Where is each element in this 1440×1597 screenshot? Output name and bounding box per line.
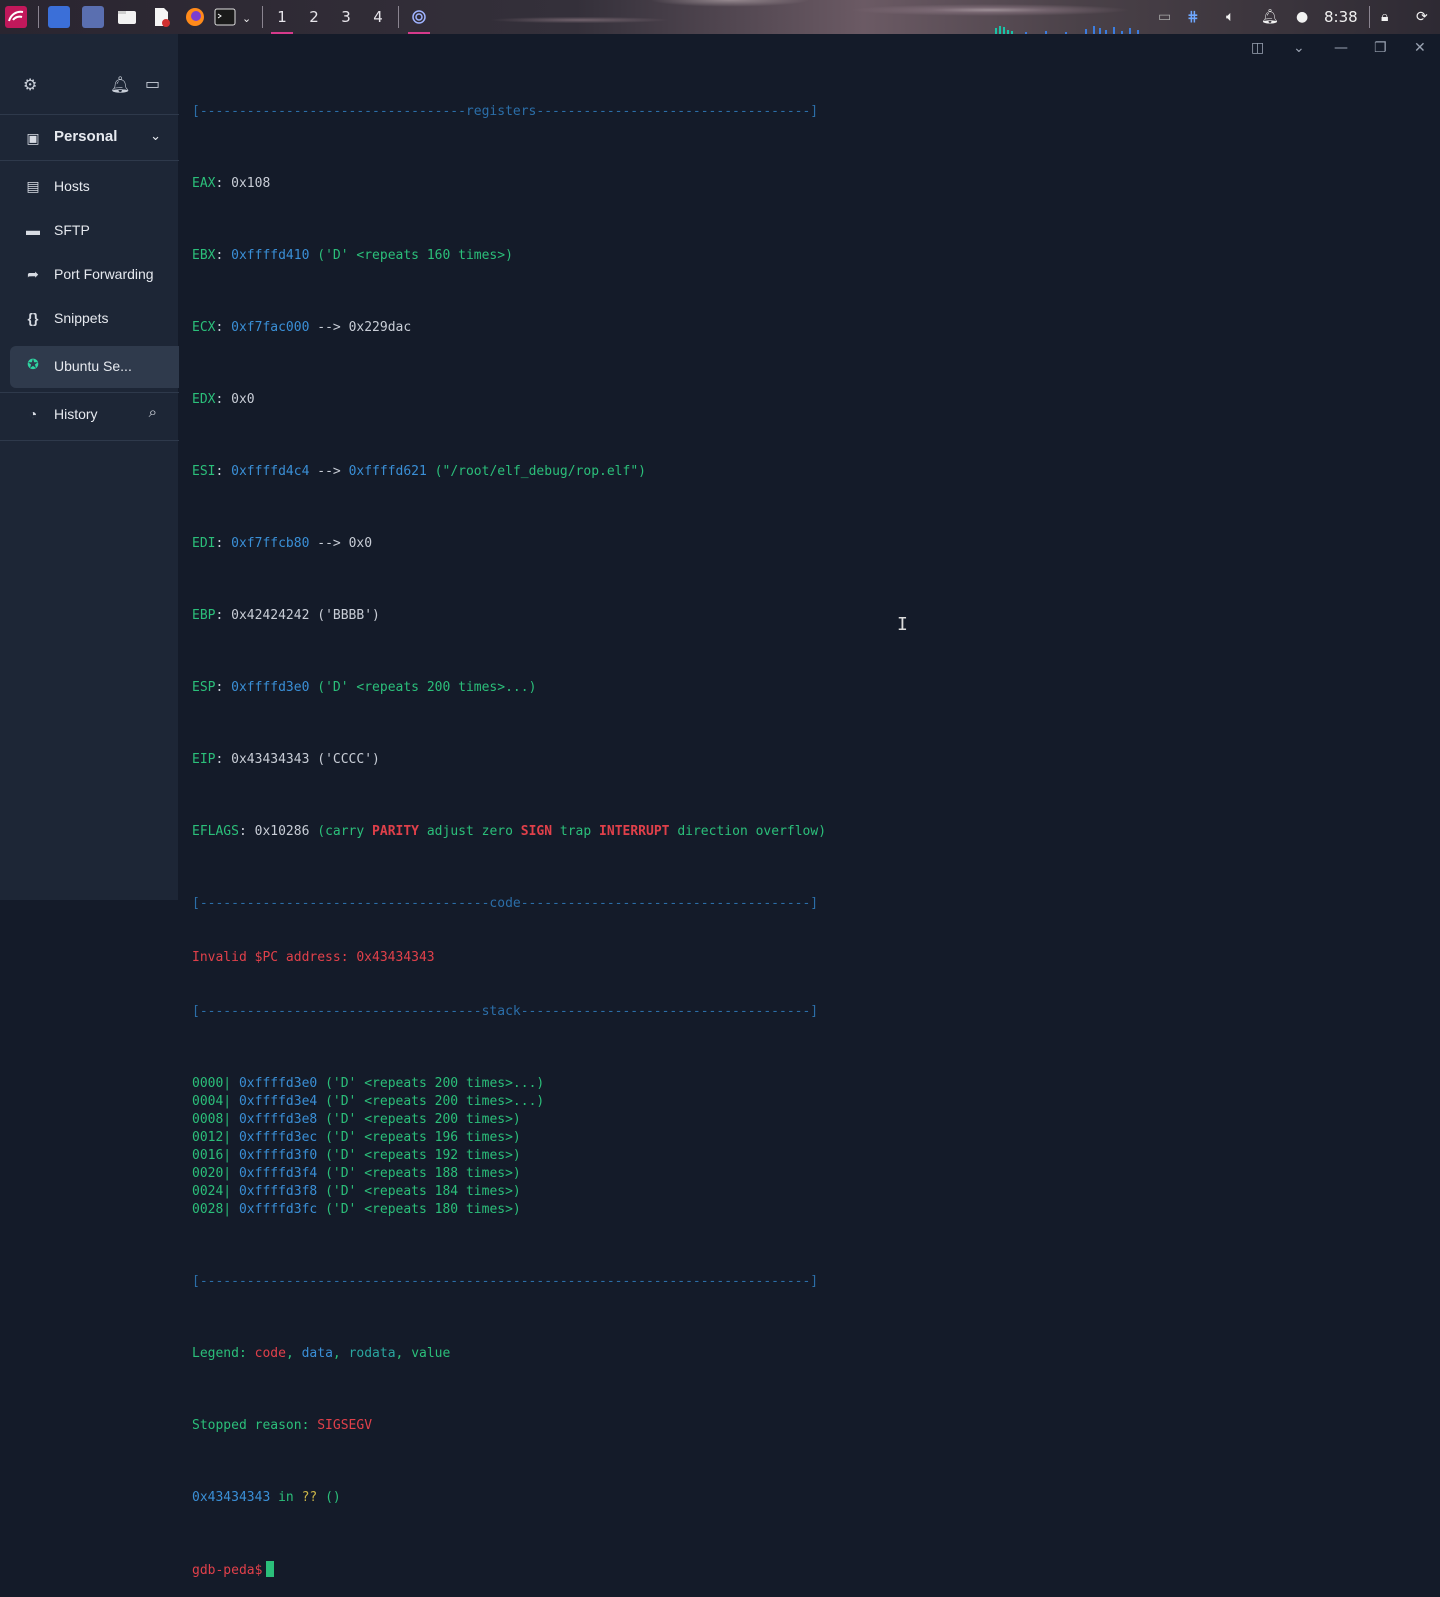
register-esp: ESP: 0xffffd3e0 ('D' <repeats 200 times>… [192, 680, 537, 695]
stack-dump: 0000| 0xffffd3e0 ('D' <repeats 200 times… [192, 1075, 1432, 1219]
minimize-icon[interactable]: — [1334, 40, 1348, 56]
stack-row: 0008| 0xffffd3e8 ('D' <repeats 200 times… [192, 1112, 521, 1127]
registers-separator: [----------------------------------regis… [192, 104, 819, 119]
register-ecx: ECX: 0xf7fac000 --> 0x229dac [192, 320, 412, 335]
register-eflags: EFLAGS: 0x10286 (carry PARITY adjust zer… [192, 824, 827, 839]
ibeam-cursor-icon: I [897, 614, 908, 635]
register-ebx: EBX: 0xffffd410 ('D' <repeats 160 times>… [192, 248, 513, 263]
folder-icon: ▬ [26, 222, 40, 238]
taskbar-separator [1369, 6, 1370, 28]
power-manager-icon[interactable]: ● [1296, 8, 1308, 26]
register-edi: EDI: 0xf7ffcb80 --> 0x0 [192, 536, 373, 551]
terminal-output[interactable]: [----------------------------------regis… [192, 67, 1432, 1597]
network-icon[interactable]: ⋕ [1187, 8, 1199, 26]
frame-line: 0x43434343 in ?? () [192, 1490, 341, 1505]
register-ebp: EBP: 0x42424242 ('BBBB') [192, 608, 380, 623]
divider [0, 160, 179, 161]
stack-row: 0016| 0xffffd3f0 ('D' <repeats 192 times… [192, 1148, 521, 1163]
sidebar-item-active-session[interactable]: ✪ Ubuntu Se... [10, 346, 179, 388]
ubuntu-icon: ✪ [27, 357, 39, 373]
gdb-prompt: gdb-peda$ [192, 1563, 263, 1578]
desktop-icon[interactable] [48, 6, 70, 28]
workspace-4[interactable]: 4 [363, 4, 393, 32]
sidebar: ⚙ 🔔︎ ▭ ▣ Personal ⌄ ▤ Hosts ▬ SFTP ➦ Por… [0, 34, 179, 900]
volume-icon[interactable]: 🔈︎ [1226, 8, 1234, 26]
register-esi: ESI: 0xffffd4c4 --> 0xffffd621 ("/root/e… [192, 464, 646, 479]
workspace-1[interactable]: 1 [267, 4, 297, 34]
divider [0, 114, 179, 115]
text-cursor [266, 1561, 275, 1577]
notification-bell-icon[interactable]: 🔔︎ [1261, 8, 1279, 26]
sidebar-item-history[interactable]: ◔ History ⌕ [0, 393, 179, 437]
invalid-pc-message: Invalid $PC address: 0x43434343 [192, 950, 435, 965]
sidebar-item-label: Hosts [54, 178, 90, 194]
end-separator: [---------------------------------------… [192, 1274, 819, 1289]
workspace-switcher-icon[interactable] [82, 6, 104, 28]
terminal-icon[interactable] [214, 6, 236, 28]
text-editor-icon[interactable] [150, 6, 172, 28]
lock-icon[interactable]: 🔒︎ [1381, 8, 1388, 26]
vault-label: Personal [54, 128, 118, 145]
stack-separator: [------------------------------------sta… [192, 1004, 819, 1019]
chevron-down-icon: ⌄ [150, 128, 161, 143]
legend-line: Legend: code, data, rodata, value [192, 1346, 451, 1361]
workspace-2[interactable]: 2 [299, 4, 329, 32]
sidebar-item-snippets[interactable]: {} Snippets [0, 297, 179, 341]
notification-bell-icon[interactable]: 🔔︎ [110, 75, 130, 94]
chevron-down-icon[interactable]: ⌄ [1293, 40, 1305, 56]
sidebar-item-sftp[interactable]: ▬ SFTP [0, 209, 179, 253]
chevron-down-icon[interactable]: ⌄ [242, 10, 251, 28]
register-edx: EDX: 0x0 [192, 392, 255, 407]
logout-icon[interactable]: ⟳ [1416, 8, 1428, 26]
divider [0, 440, 179, 441]
prompt-line[interactable]: gdb-peda$ [192, 1561, 1432, 1579]
kali-menu-icon[interactable] [5, 6, 27, 28]
firefox-icon[interactable] [184, 6, 206, 28]
forward-arrow-icon: ➦ [27, 266, 39, 282]
sidebar-item-port-forwarding[interactable]: ➦ Port Forwarding [0, 253, 179, 297]
sidebar-item-hosts[interactable]: ▤ Hosts [0, 165, 179, 209]
terminal-icon[interactable]: ▭ [145, 74, 160, 93]
stack-row: 0020| 0xffffd3f4 ('D' <repeats 188 times… [192, 1166, 521, 1181]
sidebar-item-label: History [54, 406, 98, 422]
stack-row: 0024| 0xffffd3f8 ('D' <repeats 184 times… [192, 1184, 521, 1199]
workspace-3[interactable]: 3 [331, 4, 361, 32]
taskbar-separator [262, 6, 263, 28]
taskbar-separator [398, 6, 399, 28]
settings-gear-icon[interactable]: ⚙ [23, 75, 37, 94]
session-label: Ubuntu Se... [54, 358, 132, 374]
restore-icon[interactable]: ❐ [1374, 40, 1387, 56]
running-app-icon[interactable] [404, 4, 434, 34]
vault-icon: ▣ [26, 130, 40, 146]
close-icon[interactable]: ✕ [1414, 40, 1426, 56]
split-view-icon[interactable]: ◫ [1251, 40, 1264, 56]
code-separator: [-------------------------------------co… [192, 896, 819, 911]
screen-icon[interactable]: ▭ [1158, 8, 1171, 26]
register-eax: EAX: 0x108 [192, 176, 271, 191]
taskbar-separator [38, 6, 39, 28]
hosts-icon: ▤ [26, 178, 40, 194]
stack-row: 0004| 0xffffd3e4 ('D' <repeats 200 times… [192, 1094, 545, 1109]
braces-icon: {} [27, 310, 39, 326]
network-graph [995, 26, 1139, 34]
stopped-reason-line: Stopped reason: SIGSEGV [192, 1418, 373, 1433]
sidebar-item-label: Snippets [54, 310, 109, 326]
sidebar-item-label: Port Forwarding [54, 266, 154, 282]
file-manager-icon[interactable] [116, 6, 138, 28]
clock-icon: ◔ [28, 406, 38, 422]
register-eip: EIP: 0x43434343 ('CCCC') [192, 752, 380, 767]
taskbar: ⌄ 1 2 3 4 ▭ ⋕ 🔈︎ 🔔︎ ● 8:38 🔒︎ ⟳ [0, 0, 1440, 34]
clock[interactable]: 8:38 [1324, 8, 1358, 26]
sidebar-item-label: SFTP [54, 222, 90, 238]
stack-row: 0012| 0xffffd3ec ('D' <repeats 196 times… [192, 1130, 521, 1145]
stack-row: 0028| 0xffffd3fc ('D' <repeats 180 times… [192, 1202, 521, 1217]
vault-selector[interactable]: ▣ Personal ⌄ [0, 116, 179, 160]
stack-row: 0000| 0xffffd3e0 ('D' <repeats 200 times… [192, 1076, 545, 1091]
search-icon[interactable]: ⌕ [149, 404, 157, 421]
